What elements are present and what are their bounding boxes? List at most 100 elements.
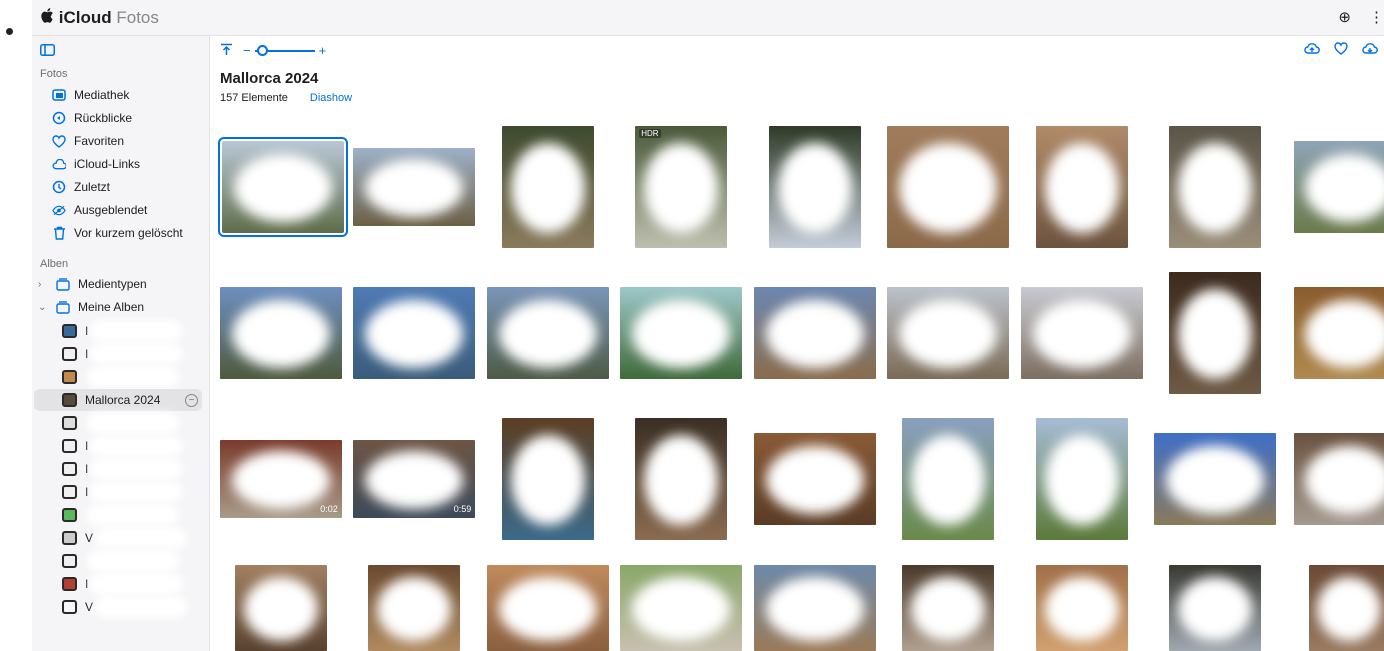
album-item[interactable]: I [62, 343, 177, 365]
redaction [93, 418, 173, 428]
photo-thumbnail[interactable]: HDR [635, 126, 728, 248]
album-item[interactable]: I [62, 320, 177, 342]
photo-thumbnail[interactable] [219, 287, 342, 379]
chevron-down-icon: ⌄ [38, 301, 47, 313]
sidebar-item-label: Ausgeblendet [74, 203, 148, 217]
photo-thumbnail[interactable] [887, 126, 1010, 248]
photo-thumbnail[interactable] [753, 565, 876, 651]
photo-thumbnail[interactable] [635, 418, 728, 540]
sidebar-item-mediathek[interactable]: Mediathek [52, 84, 129, 106]
zoom-in-button[interactable]: + [319, 43, 327, 58]
photo-thumbnail[interactable] [218, 137, 348, 237]
redaction [510, 143, 585, 234]
photo-thumbnail[interactable] [234, 565, 327, 651]
photo-thumbnail[interactable] [1293, 287, 1384, 379]
redaction [234, 153, 332, 222]
photo-thumbnail[interactable] [1035, 126, 1128, 248]
photo-thumbnail[interactable] [887, 287, 1010, 379]
sidebar-item-favoriten[interactable]: Favoriten [52, 130, 124, 152]
zoom-knob[interactable] [256, 44, 268, 56]
redaction [96, 579, 177, 589]
sidebar-item-vor-kurzem-geloescht[interactable]: Vor kurzem gelöscht [52, 222, 183, 244]
redaction [1044, 435, 1119, 526]
photo-thumbnail[interactable] [1169, 565, 1262, 651]
hdr-badge: HDR [639, 129, 661, 138]
album-item[interactable]: V [62, 527, 182, 549]
photo-thumbnail[interactable] [620, 287, 743, 379]
photo-thumbnail[interactable] [1293, 433, 1384, 525]
sidebar-item-zuletzt[interactable]: Zuletzt [52, 176, 110, 198]
photo-thumbnail[interactable] [1169, 126, 1262, 248]
cloud-upload-icon[interactable] [1304, 42, 1320, 60]
main-content: − + Mallorca 2024 157 Elemente Diashow H… [210, 36, 1384, 651]
sidebar-group-medientypen[interactable]: › Medientypen [38, 273, 147, 295]
album-item[interactable]: I [62, 573, 177, 595]
redaction [1304, 153, 1384, 222]
photo-thumbnail[interactable]: 0:02 [219, 440, 342, 518]
album-item[interactable]: I [62, 458, 177, 480]
photo-thumbnail[interactable] [368, 565, 461, 651]
slideshow-link[interactable]: Diashow [310, 92, 352, 104]
photo-thumbnail[interactable] [1169, 272, 1262, 394]
album-item[interactable] [62, 366, 173, 388]
photo-thumbnail[interactable] [486, 565, 609, 651]
photo-thumbnail[interactable] [486, 287, 609, 379]
brand-icloud: iCloud [58, 8, 112, 27]
redaction [377, 577, 452, 641]
redaction [1304, 445, 1384, 514]
redaction [911, 435, 986, 526]
photo-thumbnail[interactable] [1154, 433, 1277, 525]
more-icon[interactable]: ⋮ [1369, 8, 1384, 26]
photo-thumbnail[interactable] [768, 126, 861, 248]
sidebar-item-icloud-links[interactable]: iCloud-Links [52, 153, 140, 175]
photo-thumbnail[interactable]: 0:59 [353, 440, 476, 518]
photo-thumbnail[interactable] [501, 126, 594, 248]
sidebar-group-meine-alben[interactable]: ⌄ Meine Alben [38, 296, 144, 318]
album-item-mallorca-2024[interactable]: Mallorca 2024 − [34, 389, 202, 411]
sidebar-item-label: iCloud-Links [74, 157, 141, 171]
sidebar-item-rueckblicke[interactable]: Rückblicke [52, 107, 132, 129]
album-thumbnail [62, 508, 77, 522]
sidebar-toggle-icon[interactable] [40, 43, 55, 61]
photo-thumbnail[interactable] [1308, 565, 1384, 651]
album-item[interactable] [62, 412, 173, 434]
heart-icon[interactable] [1334, 42, 1348, 60]
remove-album-icon[interactable]: − [185, 393, 198, 407]
photo-thumbnail[interactable] [620, 565, 743, 651]
zoom-out-button[interactable]: − [243, 43, 251, 58]
redaction [510, 435, 585, 526]
photo-thumbnail[interactable] [902, 418, 995, 540]
photo-thumbnail[interactable] [353, 287, 476, 379]
photo-thumbnail[interactable] [753, 433, 876, 525]
sidebar-item-label: Favoriten [74, 134, 125, 148]
video-duration: 0:02 [320, 504, 338, 514]
photo-thumbnail[interactable] [501, 418, 594, 540]
photo-thumbnail[interactable] [1293, 141, 1384, 233]
sidebar-item-ausgeblendet[interactable]: Ausgeblendet [52, 199, 147, 221]
redaction [1044, 143, 1119, 234]
album-item[interactable] [62, 504, 173, 526]
photo-thumbnail[interactable] [353, 148, 476, 226]
cloud-download-icon[interactable] [1362, 42, 1378, 60]
folder-icon [56, 300, 70, 314]
upload-icon[interactable] [220, 42, 233, 59]
album-item[interactable]: I [62, 481, 177, 503]
photo-thumbnail[interactable] [1035, 418, 1128, 540]
zoom-track[interactable] [254, 44, 315, 56]
redaction [1178, 577, 1253, 641]
redaction [96, 464, 177, 474]
photo-thumbnail[interactable] [753, 287, 876, 379]
sidebar-group-label: Medientypen [78, 277, 147, 291]
album-item[interactable] [62, 550, 173, 572]
photo-thumbnail[interactable] [1035, 565, 1128, 651]
album-item[interactable]: V [62, 596, 182, 618]
zoom-slider[interactable]: − + [243, 43, 326, 58]
redaction [365, 450, 464, 509]
app-brand[interactable]: iCloud Fotos [40, 8, 159, 28]
photo-thumbnail[interactable] [1020, 287, 1143, 379]
album-thumbnail [62, 370, 77, 384]
add-icon[interactable]: ⊕ [1338, 8, 1351, 26]
album-item[interactable]: I [62, 435, 177, 457]
heart-icon [52, 134, 66, 148]
photo-thumbnail[interactable] [902, 565, 995, 651]
